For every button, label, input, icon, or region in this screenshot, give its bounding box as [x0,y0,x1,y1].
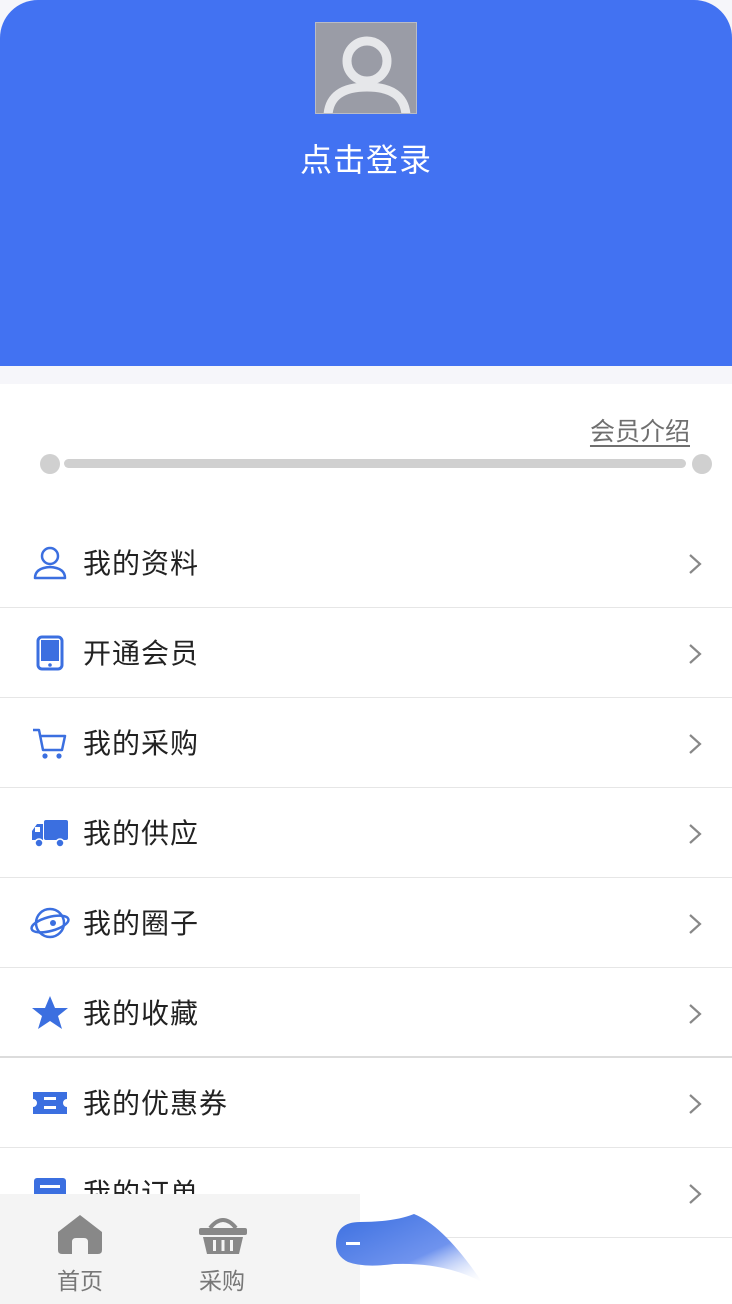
tab-purchase[interactable]: 采购 [162,1194,282,1304]
menu-item-label: 我的采购 [83,727,200,760]
chevron-right-icon [689,1094,702,1114]
chevron-right-icon [689,644,702,664]
menu-item-label: 我的供应 [83,817,200,850]
truck-icon [32,820,68,848]
member-intro-link[interactable]: 会员介绍 [590,412,690,448]
menu-item-circle[interactable]: 我的圈子 [0,878,732,968]
login-prompt[interactable]: 点击登录 [0,136,732,184]
chevron-right-icon [689,554,702,574]
menu-item-label: 我的资料 [83,547,200,580]
menu-item-label: 我的收藏 [83,997,200,1030]
profile-header: 点击登录 [0,0,732,366]
tab-label: 采购 [199,1269,245,1295]
star-icon [32,996,68,1029]
tablet-icon [36,635,64,671]
home-icon [58,1215,102,1254]
menu-item-label: 开通会员 [83,637,200,670]
menu-item-profile[interactable]: 我的资料 [0,518,732,608]
menu-item-coupons[interactable]: 我的优惠券 [0,1058,732,1148]
coupon-icon [33,1092,67,1114]
swoosh-icon [336,1214,482,1282]
bottom-tab-bar: 首页 采购 [0,1194,732,1304]
chevron-right-icon [689,824,702,844]
cart-icon [33,728,67,759]
planet-icon [30,907,70,939]
menu-item-membership[interactable]: 开通会员 [0,608,732,698]
center-action-button[interactable] [334,1206,494,1296]
progress-end-dot [692,454,712,474]
menu-item-supply[interactable]: 我的供应 [0,788,732,878]
progress-track [64,459,686,468]
menu-list: 我的资料 开通会员 我的采购 我的供应 我的圈子 我的收藏 我的优惠券 [0,518,732,1304]
tab-label: 首页 [57,1269,103,1295]
person-icon [33,546,67,580]
basket-icon [199,1218,247,1254]
member-card: 会员介绍 [0,384,732,518]
progress-start-dot [40,454,60,474]
menu-item-favorites[interactable]: 我的收藏 [0,968,732,1058]
chevron-right-icon [689,914,702,934]
chevron-right-icon [689,734,702,754]
default-avatar-icon [323,36,411,113]
member-progress-bar [40,454,712,474]
avatar[interactable] [315,22,417,114]
menu-item-label: 我的优惠券 [83,1087,229,1120]
menu-item-label: 我的圈子 [83,907,200,940]
chevron-right-icon [689,1004,702,1024]
menu-item-purchases[interactable]: 我的采购 [0,698,732,788]
tab-home[interactable]: 首页 [20,1194,140,1304]
